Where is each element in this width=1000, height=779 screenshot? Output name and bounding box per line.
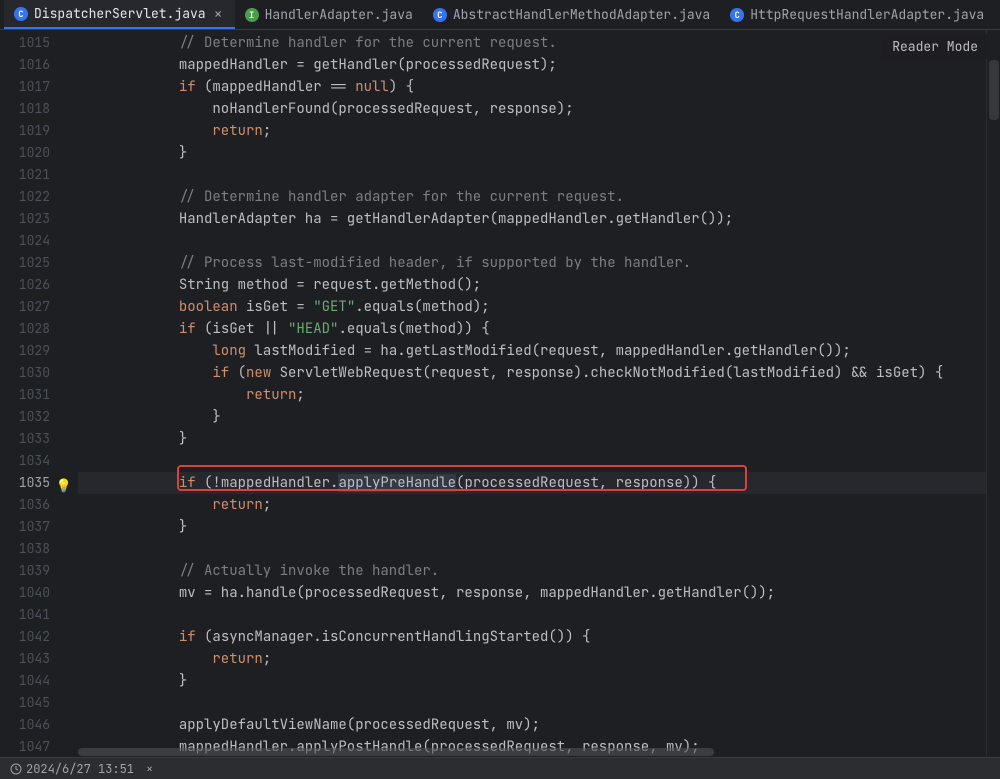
line-number: 1028	[0, 318, 78, 340]
gutter: 1015101610171018101910201021102210231024…	[0, 30, 78, 757]
tab-label: DispatcherServlet.java	[34, 5, 206, 22]
code-line[interactable]: applyDefaultViewName(processedRequest, m…	[78, 714, 1000, 736]
code-area[interactable]: // Determine handler for the current req…	[78, 30, 1000, 757]
scrollbar-vertical[interactable]	[986, 30, 1000, 757]
line-number: 1036	[0, 494, 78, 516]
code-line[interactable]: }	[78, 428, 1000, 450]
code-line[interactable]: return;	[78, 648, 1000, 670]
line-number: 1037	[0, 516, 78, 538]
code-line[interactable]	[78, 164, 1000, 186]
clock-icon	[10, 763, 22, 775]
line-number: 1021	[0, 164, 78, 186]
class-icon: C	[730, 8, 744, 22]
code-line[interactable]: boolean isGet = "GET".equals(method);	[78, 296, 1000, 318]
code-line[interactable]: if (isGet || "HEAD".equals(method)) {	[78, 318, 1000, 340]
line-number: 1040	[0, 582, 78, 604]
line-number: 1033	[0, 428, 78, 450]
line-number: 1047	[0, 736, 78, 758]
code-line[interactable]: // Process last-modified header, if supp…	[78, 252, 1000, 274]
line-number: 1016	[0, 54, 78, 76]
line-number: 1046	[0, 714, 78, 736]
line-number: 1026	[0, 274, 78, 296]
line-number: 1018	[0, 98, 78, 120]
code-line[interactable]: if (mappedHandler == null) {	[78, 76, 1000, 98]
line-number: 1043	[0, 648, 78, 670]
editor: Reader Mode 1015101610171018101910201021…	[0, 30, 1000, 757]
status-time: 2024/6/27 13:51	[4, 761, 140, 777]
code-line[interactable]: // Determine handler adapter for the cur…	[78, 186, 1000, 208]
code-line[interactable]: if (new ServletWebRequest(request, respo…	[78, 362, 1000, 384]
line-number: 1015	[0, 32, 78, 54]
code-line[interactable]: long lastModified = ha.getLastModified(r…	[78, 340, 1000, 362]
code-line[interactable]	[78, 230, 1000, 252]
code-line[interactable]: }	[78, 142, 1000, 164]
line-number: 1041	[0, 604, 78, 626]
code-line[interactable]: // Determine handler for the current req…	[78, 32, 1000, 54]
status-close[interactable]: ×	[140, 761, 159, 777]
line-number: 1045	[0, 692, 78, 714]
line-number: 1038	[0, 538, 78, 560]
tab-dispatcherservlet-java[interactable]: C DispatcherServlet.java ×	[4, 0, 235, 29]
tab-label: AbstractHandlerMethodAdapter.java	[453, 6, 710, 23]
tab-httprequesthandleradapter-java[interactable]: C HttpRequestHandlerAdapter.java	[720, 0, 994, 29]
line-number: 1030	[0, 362, 78, 384]
line-number: 1034	[0, 450, 78, 472]
tab-label: HttpRequestHandlerAdapter.java	[750, 6, 984, 23]
line-number: 1024	[0, 230, 78, 252]
class-icon: C	[14, 7, 28, 21]
code-line[interactable]: return;	[78, 494, 1000, 516]
tab-actions: ⋮	[994, 6, 1000, 24]
class-icon: C	[433, 8, 447, 22]
line-number: 1044	[0, 670, 78, 692]
class-icon: I	[245, 8, 259, 22]
code-line[interactable]: }	[78, 516, 1000, 538]
tab-abstracthandlermethodadapter-java[interactable]: C AbstractHandlerMethodAdapter.java	[423, 0, 720, 29]
line-number: 1039	[0, 560, 78, 582]
editor-tabs: C DispatcherServlet.java × I HandlerAdapter.…	[0, 0, 1000, 30]
code-line[interactable]: return;	[78, 384, 1000, 406]
scrollbar-thumb[interactable]	[78, 748, 714, 756]
line-number: 1020	[0, 142, 78, 164]
code-line[interactable]: String method = request.getMethod();	[78, 274, 1000, 296]
line-number: 1022	[0, 186, 78, 208]
line-number: 1035💡	[0, 472, 78, 494]
line-number: 1042	[0, 626, 78, 648]
code-line[interactable]: noHandlerFound(processedRequest, respons…	[78, 98, 1000, 120]
status-bar: 2024/6/27 13:51 ×	[0, 757, 1000, 779]
line-number: 1032	[0, 406, 78, 428]
code-line[interactable]	[78, 692, 1000, 714]
code-line[interactable]: return;	[78, 120, 1000, 142]
code-line[interactable]: HandlerAdapter ha = getHandlerAdapter(ma…	[78, 208, 1000, 230]
line-number: 1017	[0, 76, 78, 98]
code-line[interactable]: }	[78, 406, 1000, 428]
code-line[interactable]	[78, 450, 1000, 472]
code-line[interactable]: // Actually invoke the handler.	[78, 560, 1000, 582]
code-line[interactable]: }	[78, 670, 1000, 692]
tab-label: HandlerAdapter.java	[265, 6, 413, 23]
line-number: 1031	[0, 384, 78, 406]
code-line[interactable]	[78, 604, 1000, 626]
code-line[interactable]: if (asyncManager.isConcurrentHandlingSta…	[78, 626, 1000, 648]
line-number: 1029	[0, 340, 78, 362]
line-number: 1019	[0, 120, 78, 142]
scrollbar-thumb[interactable]	[989, 60, 999, 120]
close-icon[interactable]: ×	[212, 4, 225, 24]
tab-handleradapter-java[interactable]: I HandlerAdapter.java	[235, 0, 423, 29]
line-number: 1023	[0, 208, 78, 230]
code-line[interactable]	[78, 538, 1000, 560]
reader-mode-badge[interactable]: Reader Mode	[882, 34, 988, 59]
line-number: 1027	[0, 296, 78, 318]
scrollbar-horizontal[interactable]	[78, 747, 986, 757]
code-line[interactable]: mappedHandler = getHandler(processedRequ…	[78, 54, 1000, 76]
code-line[interactable]: mv = ha.handle(processedRequest, respons…	[78, 582, 1000, 604]
code-line[interactable]: if (!mappedHandler.applyPreHandle(proces…	[78, 472, 1000, 494]
line-number: 1025	[0, 252, 78, 274]
